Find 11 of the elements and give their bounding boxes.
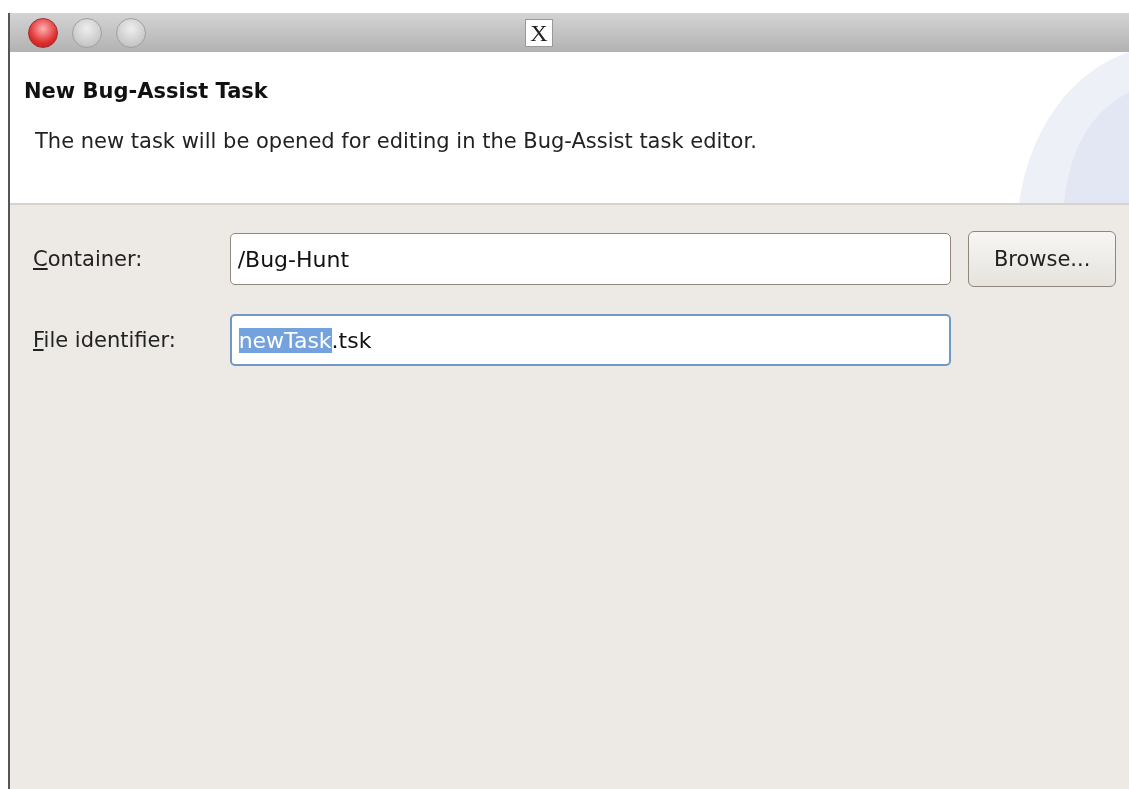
- field-label: Container:: [33, 247, 144, 271]
- input-field[interactable]: /Bug-Hunt: [229, 233, 952, 285]
- input-field[interactable]: newTask.tsk: [229, 314, 952, 366]
- wizard-title: New Bug-Assist Task: [24, 79, 269, 103]
- browse-button[interactable]: Browse...: [968, 231, 1116, 287]
- maximize-button[interactable]: [116, 17, 146, 48]
- minimize-button[interactable]: [72, 17, 102, 48]
- window-title: X: [525, 19, 553, 47]
- wizard-description: The new task will be opened for editing in the Bug-Assist task editor.: [35, 129, 758, 153]
- close-button[interactable]: [28, 17, 58, 48]
- field-label: File identifier:: [33, 328, 177, 352]
